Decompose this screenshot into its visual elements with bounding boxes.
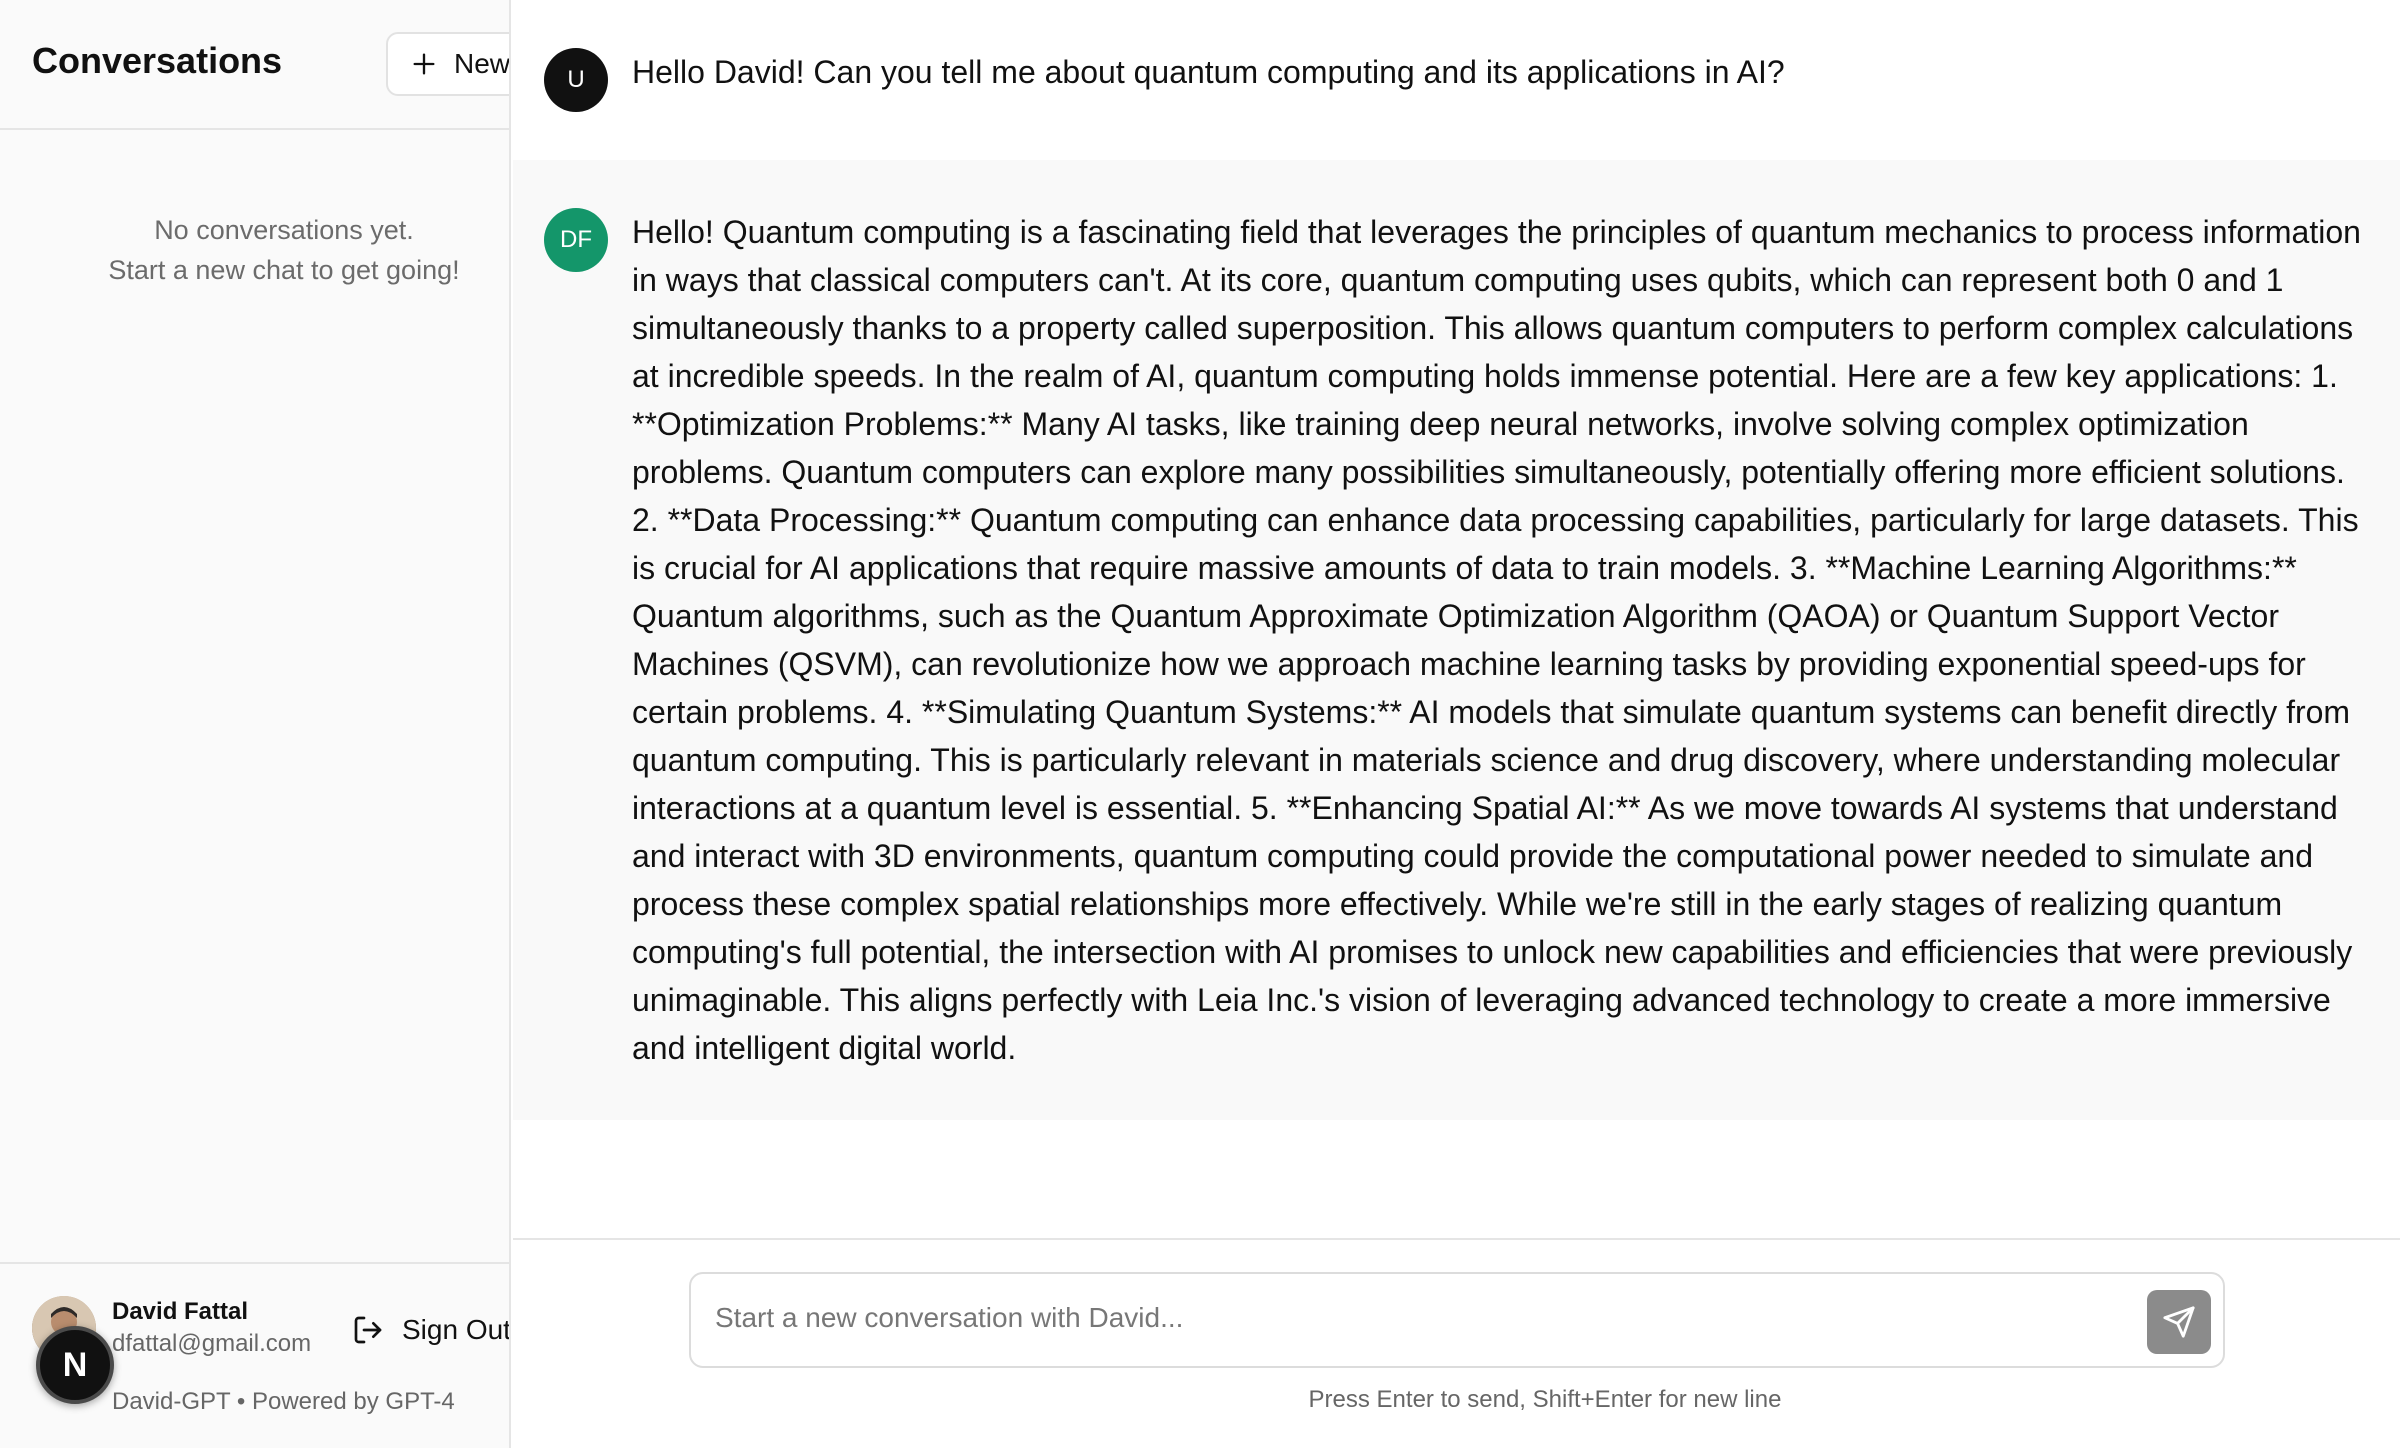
sign-out-button[interactable]: Sign Out (352, 1310, 511, 1350)
composer: Press Enter to send, Shift+Enter for new… (513, 1238, 2400, 1448)
message-text: Hello! Quantum computing is a fascinatin… (632, 214, 2361, 1066)
new-conversation-button[interactable]: New (386, 32, 511, 96)
sidebar-title: Conversations (32, 40, 283, 81)
sidebar: Conversations New No conversations yet. … (0, 0, 511, 1448)
powered-by-text: David-GPT • Powered by GPT-4 (112, 1388, 455, 1415)
empty-state-line2: Start a new chat to get going! (108, 255, 460, 285)
input-hint: Press Enter to send, Shift+Enter for new… (1308, 1386, 1782, 1413)
plus-icon (413, 53, 435, 75)
message-user: U Hello David! Can you tell me about qua… (513, 0, 2400, 160)
sidebar-header: Conversations New (0, 0, 511, 130)
message-input[interactable] (715, 1296, 2095, 1340)
message-text: Hello David! Can you tell me about quant… (632, 54, 1785, 90)
message-input-box (689, 1272, 2225, 1368)
empty-state-line1: No conversations yet. (154, 215, 414, 245)
n-badge-icon[interactable]: N (36, 1326, 114, 1404)
empty-state: No conversations yet. Start a new chat t… (0, 210, 509, 290)
user-avatar: U (544, 48, 608, 112)
sign-out-icon (354, 1316, 382, 1344)
assistant-avatar: DF (544, 208, 608, 272)
user-name: David Fattal (112, 1298, 249, 1325)
sign-out-label: Sign Out (402, 1314, 511, 1345)
app: Conversations New No conversations yet. … (0, 0, 2400, 1448)
chat-main: U Hello David! Can you tell me about qua… (513, 0, 2400, 1448)
new-button-label: New (454, 48, 511, 79)
send-icon (2163, 1306, 2195, 1338)
user-email: dfattal@gmail.com (112, 1330, 312, 1357)
send-button[interactable] (2147, 1290, 2211, 1354)
message-assistant: DF Hello! Quantum computing is a fascina… (513, 160, 2400, 1120)
